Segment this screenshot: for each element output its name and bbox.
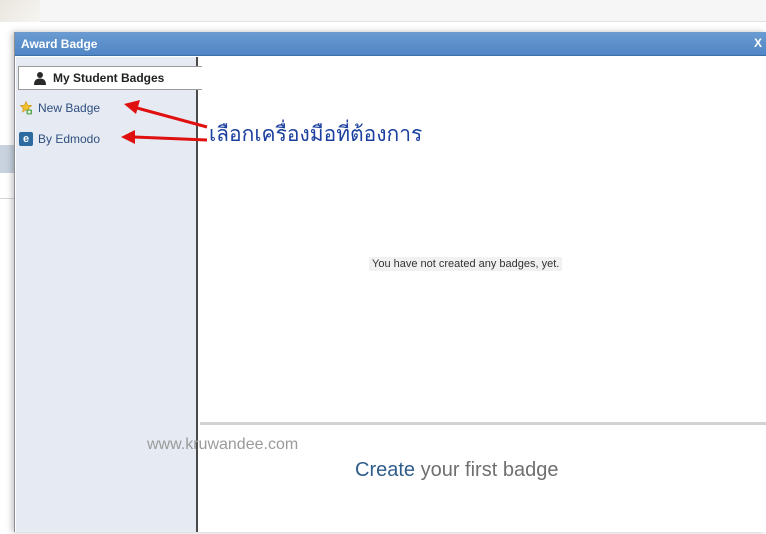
annotation-arrow-by-edmodo — [121, 130, 208, 144]
annotation-arrows — [121, 100, 208, 144]
annotation-arrow-new-badge — [124, 100, 208, 129]
annotation-text: เลือกเครื่องมือที่ต้องการ — [209, 123, 423, 146]
